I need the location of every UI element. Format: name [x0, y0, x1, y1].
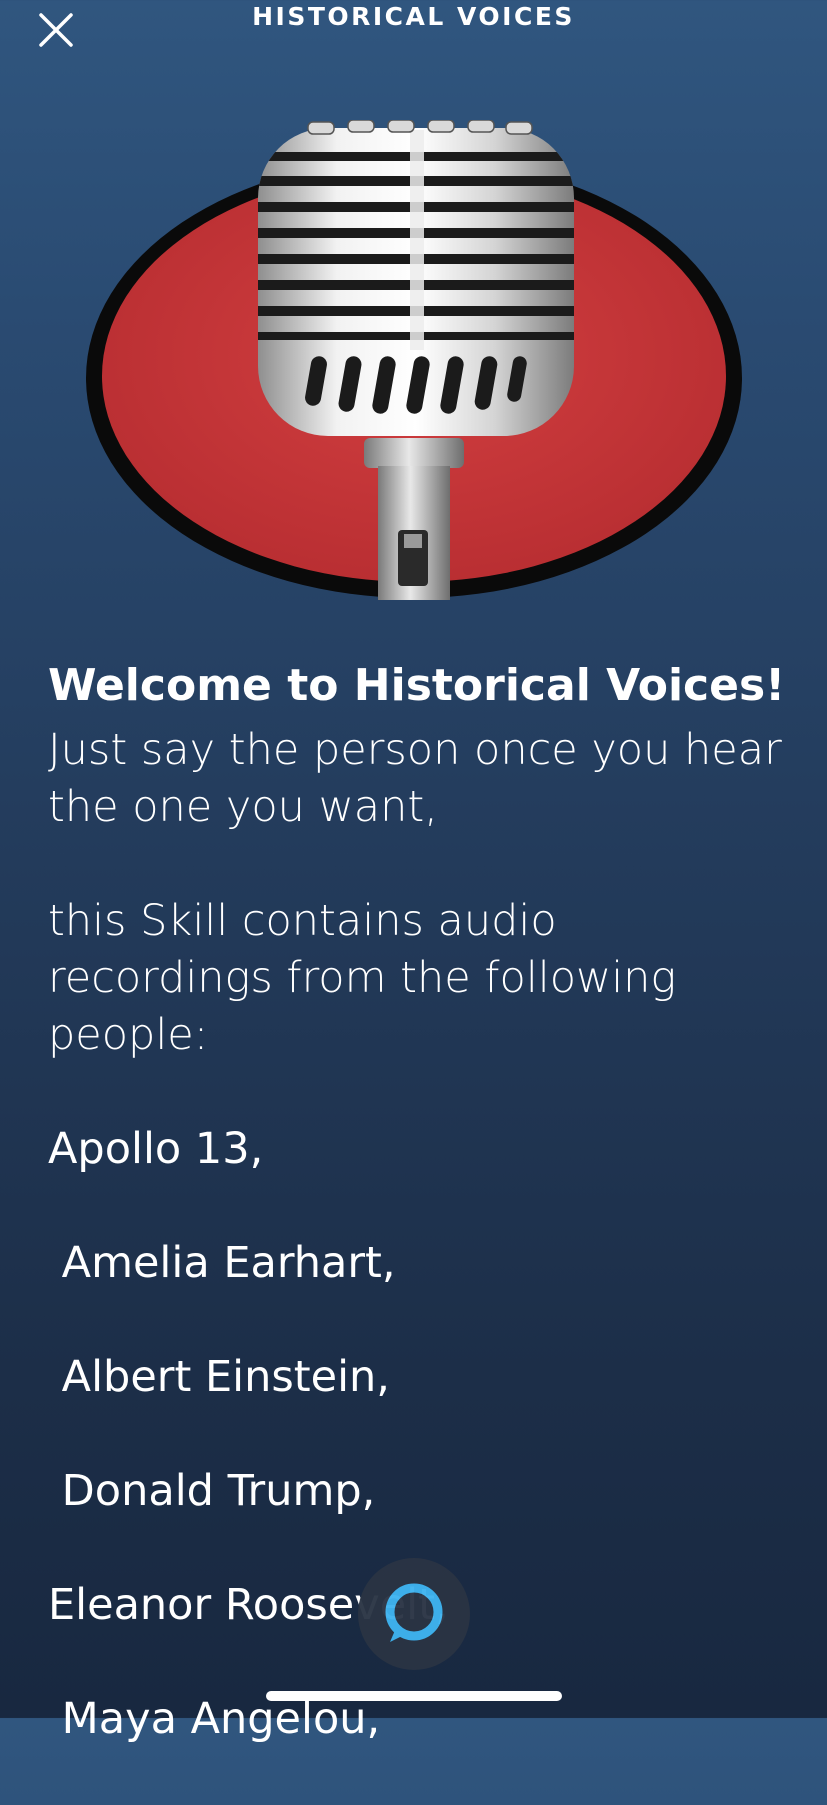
intro-text: Just say the person once you hear the on…	[48, 725, 796, 832]
contains-text: this Skill contains audio recordings fro…	[48, 896, 690, 1060]
microphone-icon	[86, 119, 742, 600]
alexa-ring-icon	[385, 1583, 443, 1642]
list-item: Albert Einstein,	[48, 1352, 390, 1402]
list-item: Amelia Earhart,	[48, 1238, 396, 1288]
alexa-button[interactable]	[358, 1558, 470, 1670]
home-indicator[interactable]	[266, 1691, 562, 1701]
skill-hero-image	[86, 119, 746, 600]
welcome-heading: Welcome to Historical Voices!	[48, 660, 786, 711]
list-item: Donald Trump,	[48, 1466, 376, 1516]
list-item: Apollo 13,	[48, 1124, 264, 1174]
page-title: HISTORICAL VOICES	[252, 2, 575, 31]
